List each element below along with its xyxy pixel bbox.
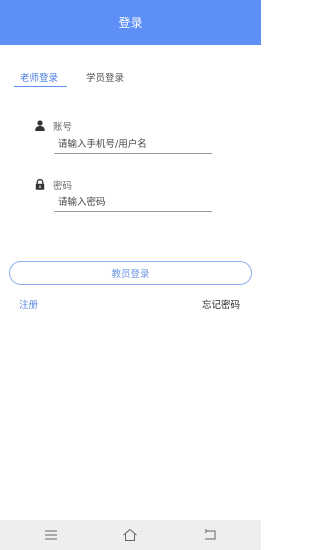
- system-navigation-bar: [0, 520, 261, 550]
- active-tab-indicator: [14, 86, 67, 87]
- user-icon: [35, 116, 45, 135]
- tab-teacher-login[interactable]: 老师登录: [20, 70, 58, 84]
- tab-student-login[interactable]: 学员登录: [86, 70, 124, 84]
- password-label: 密码: [53, 180, 73, 192]
- page-title: 登录: [118, 16, 143, 30]
- forgot-password-link[interactable]: 忘记密码: [202, 297, 240, 311]
- account-label-row: 账号: [35, 116, 72, 135]
- account-input[interactable]: [54, 136, 212, 154]
- menu-icon[interactable]: [42, 526, 60, 544]
- home-icon[interactable]: [121, 526, 139, 544]
- register-link[interactable]: 注册: [19, 297, 38, 311]
- lock-icon: [35, 175, 45, 194]
- password-input[interactable]: [54, 194, 212, 212]
- account-label: 账号: [53, 121, 73, 133]
- app-header: 登录: [0, 0, 261, 45]
- password-label-row: 密码: [35, 175, 72, 194]
- teacher-login-button[interactable]: 教员登录: [9, 261, 252, 285]
- back-icon[interactable]: [201, 526, 219, 544]
